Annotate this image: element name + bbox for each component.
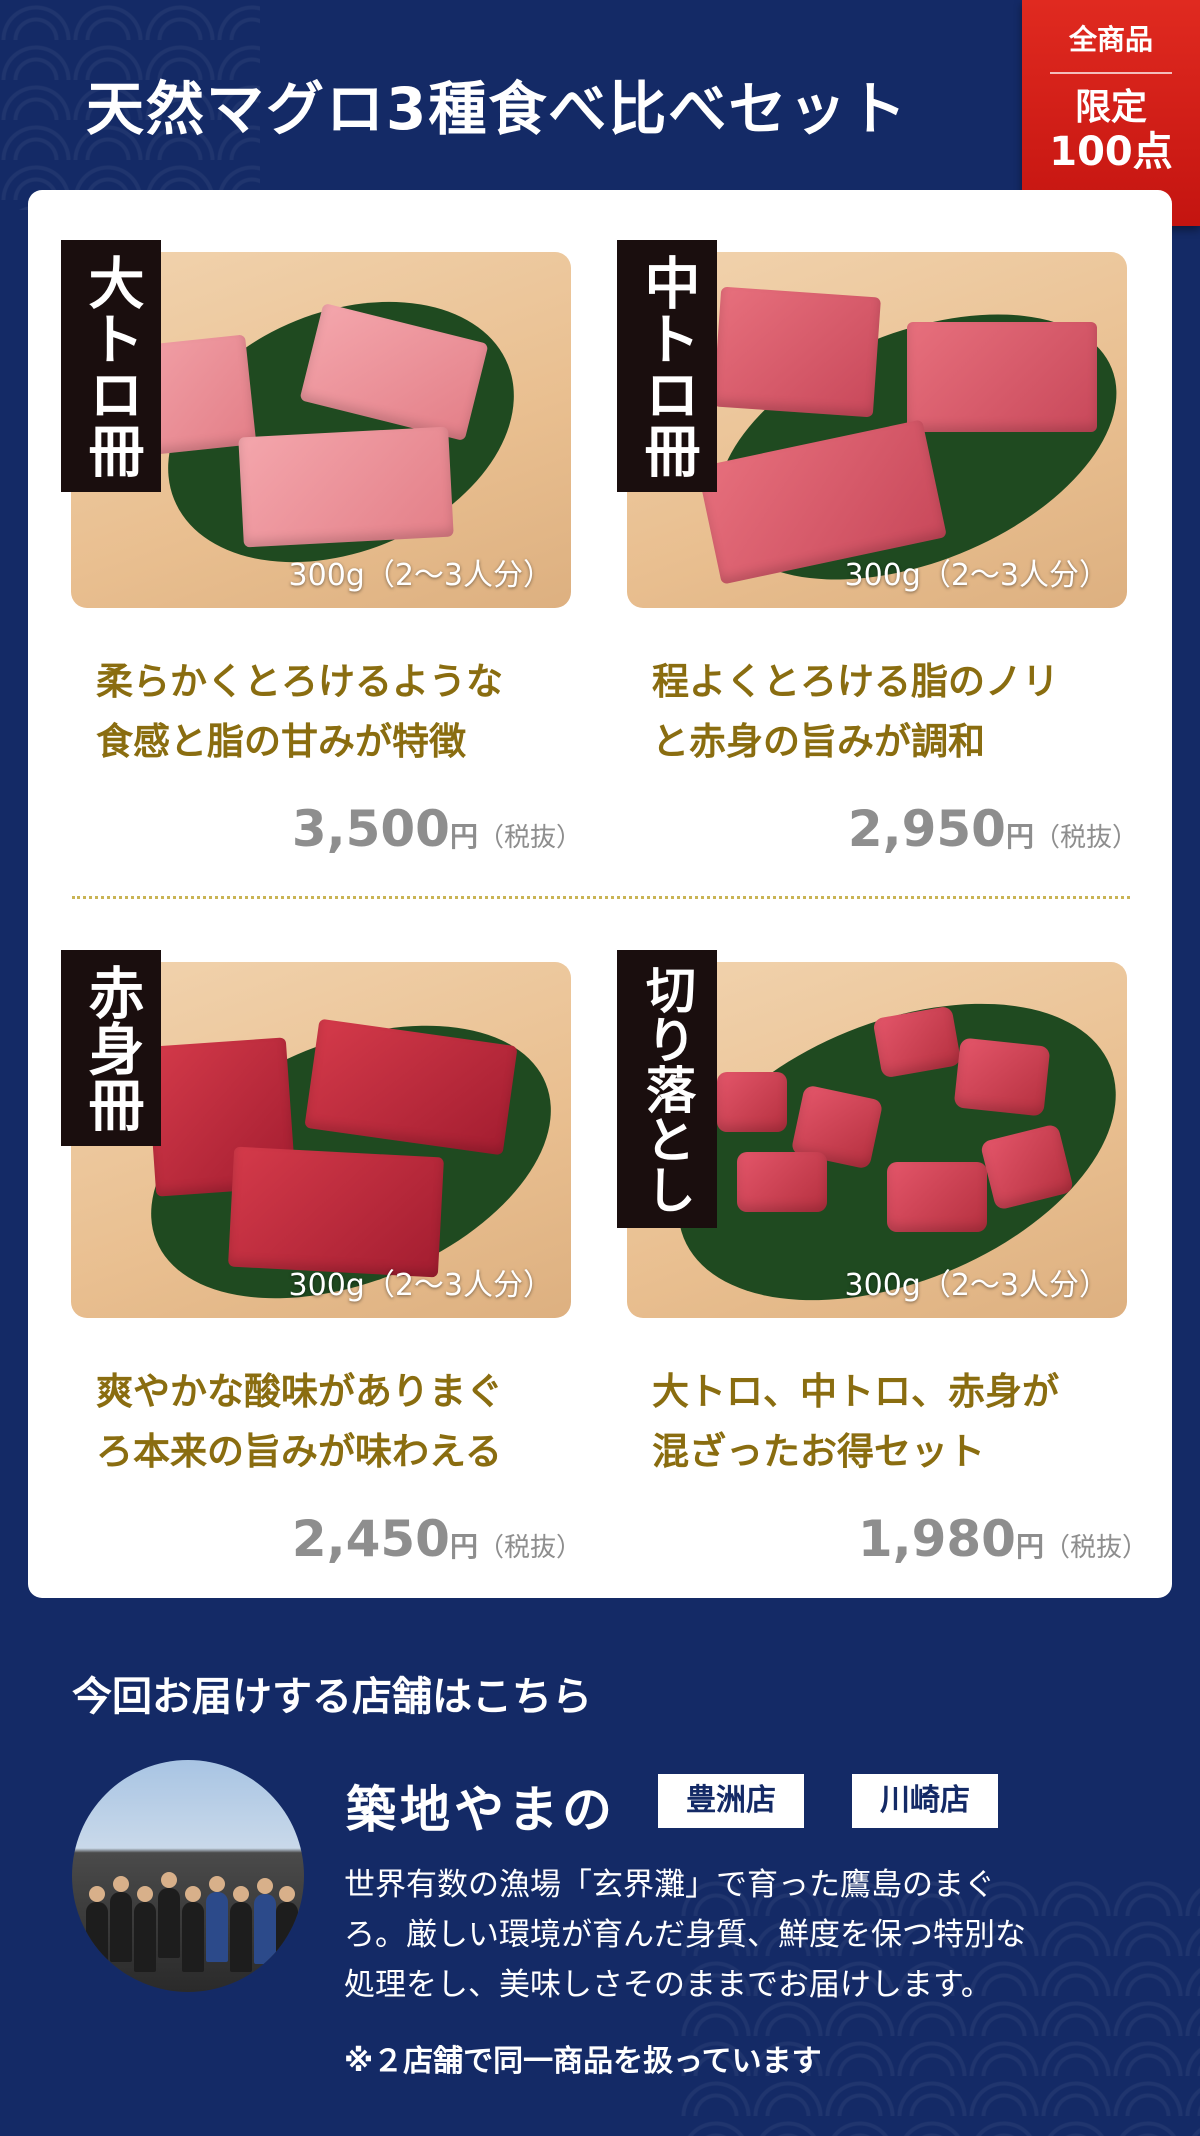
product-price: 3,500円（税抜） (292, 800, 582, 858)
product-description: 大トロ、中トロ、赤身が 混ざったお得セット (652, 1370, 1059, 1473)
store-staff-photo (72, 1760, 304, 1992)
badge-limited: 限定 (1074, 87, 1147, 128)
product-description: 柔らかくとろけるような 食感と脂の甘みが特徴 (96, 660, 503, 763)
price-currency: 円 (1005, 820, 1034, 853)
product-weight: 300g（2〜3人分） (844, 1268, 1109, 1303)
product-weight: 300g（2〜3人分） (844, 558, 1109, 593)
price-currency: 円 (1015, 1530, 1044, 1563)
price-value: 1,980 (857, 1510, 1016, 1568)
section-divider (72, 896, 1130, 899)
price-value: 2,950 (847, 800, 1006, 858)
price-currency: 円 (449, 820, 478, 853)
product-price: 1,980円（税抜） (858, 1510, 1148, 1568)
price-value: 2,450 (291, 1510, 450, 1568)
badge-all-items: 全商品 (1068, 23, 1153, 56)
price-value: 3,500 (291, 800, 450, 858)
store-note: ※２店舗で同一商品を扱っています (344, 2044, 822, 2079)
product-weight: 300g（2〜3人分） (288, 1268, 553, 1303)
product-label: 赤身冊 (61, 950, 161, 1146)
store-section-heading: 今回お届けする店舗はこちら (72, 1674, 592, 1720)
price-currency: 円 (449, 1530, 478, 1563)
product-label: 中トロ冊 (617, 240, 717, 492)
page-title: 天然マグロ3種食べ比べセット (86, 75, 909, 143)
store-branch-tag: 川崎店 (852, 1774, 998, 1828)
price-tax-note: （税抜） (477, 823, 582, 853)
price-tax-note: （税抜） (1033, 823, 1138, 853)
price-tax-note: （税抜） (477, 1533, 582, 1563)
badge-divider (1050, 72, 1172, 74)
product-label: 切り落とし (617, 950, 717, 1228)
product-description: 爽やかな酸味がありまぐ ろ本来の旨みが味わえる (96, 1370, 503, 1473)
product-price: 2,450円（税抜） (292, 1510, 582, 1568)
store-branch-tag: 豊洲店 (658, 1774, 804, 1828)
product-weight: 300g（2〜3人分） (288, 558, 553, 593)
product-description: 程よくとろける脂のノリ と赤身の旨みが調和 (652, 660, 1059, 763)
store-name: 築地やまの (346, 1781, 616, 1839)
product-price: 2,950円（税抜） (848, 800, 1138, 858)
badge-count: 100点 (1049, 129, 1173, 175)
product-label: 大トロ冊 (61, 240, 161, 492)
price-tax-note: （税抜） (1043, 1533, 1148, 1563)
product-panel: 300g（2〜3人分） 大トロ冊 柔らかくとろけるような 食感と脂の甘みが特徴 … (28, 190, 1172, 1598)
store-description: 世界有数の漁場「玄界灘」で育った鷹島のまぐ ろ。厳しい環境が育んだ身質、鮮度を保… (344, 1867, 1026, 2003)
